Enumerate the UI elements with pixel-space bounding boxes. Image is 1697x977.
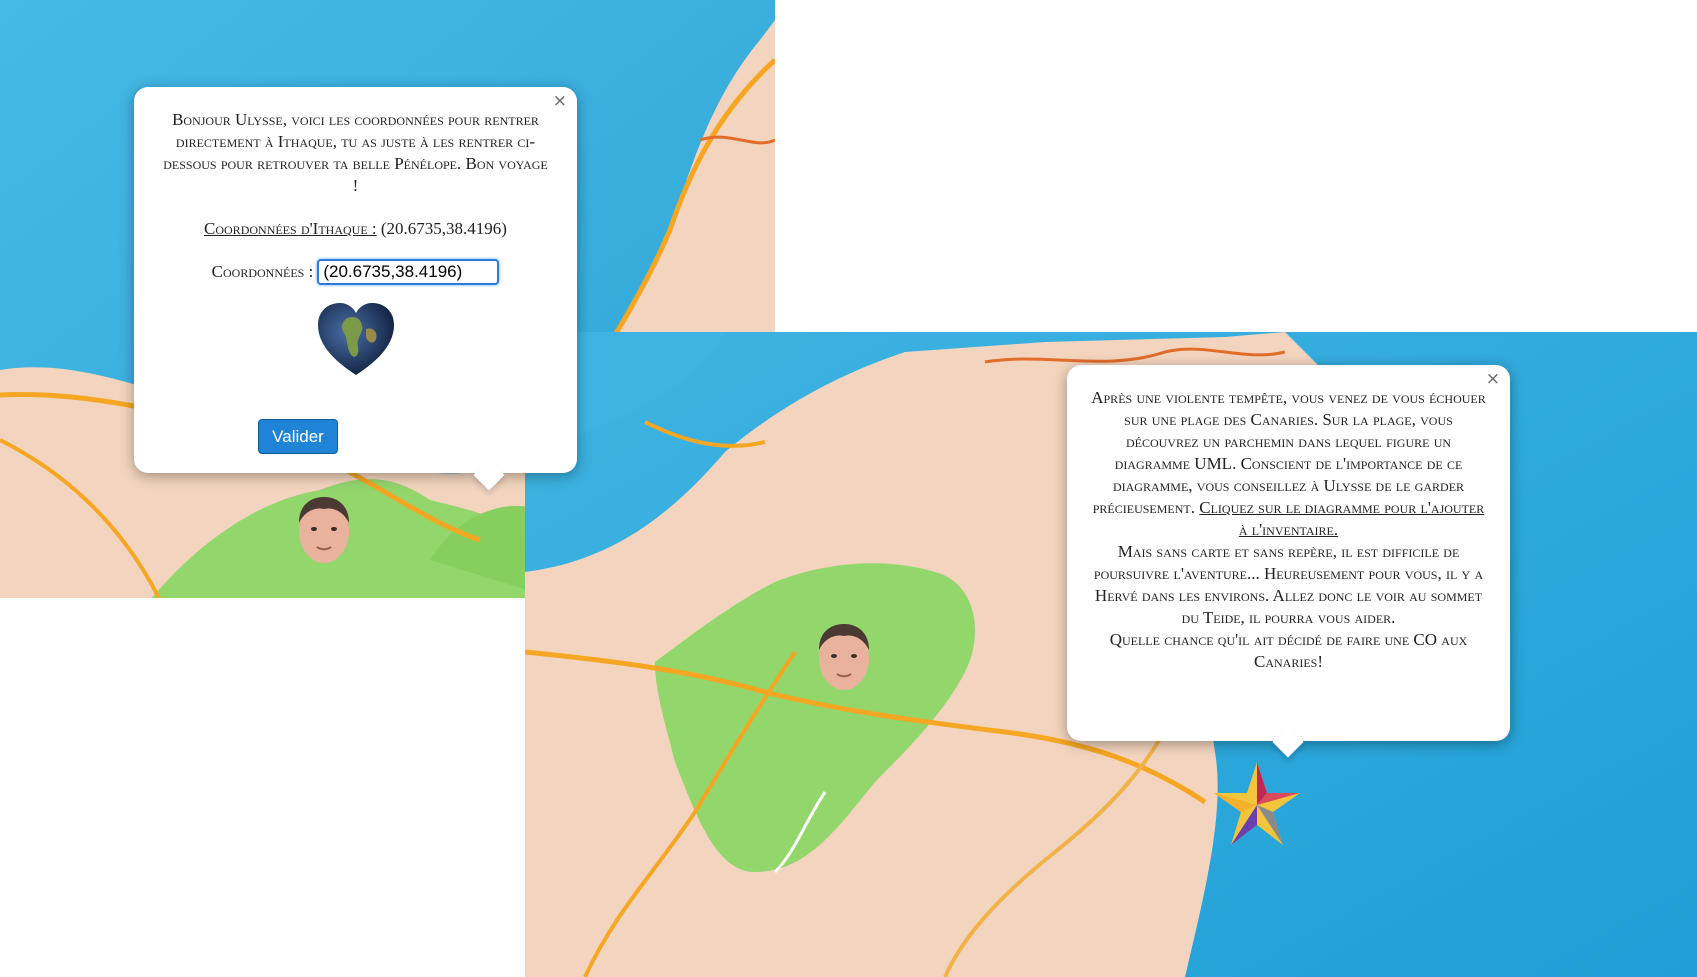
canaries-message-part3: Quelle chance qu'il ait décidé de faire … (1109, 630, 1468, 671)
close-icon[interactable]: × (553, 91, 567, 111)
coords-value: (20.6735,38.4196) (380, 219, 507, 238)
coordinates-field-label: Coordonnées : (211, 262, 314, 281)
coordinates-field-row: Coordonnées : (134, 259, 577, 285)
canaries-message: Après une violente tempête, vous venez d… (1091, 387, 1486, 673)
ithaque-coordinates: Coordonnées d'Ithaque : (20.6735,38.4196… (134, 219, 577, 239)
add-diagram-link[interactable]: Cliquez sur le diagramme pour l'ajouter … (1199, 498, 1484, 539)
heart-globe-icon (316, 301, 396, 377)
validate-button[interactable]: Valider (258, 419, 338, 454)
ithaque-message: Bonjour Ulysse, voici les coordonnées po… (163, 110, 548, 195)
star-marker-icon[interactable] (1212, 760, 1302, 850)
ulysse-face-marker[interactable] (293, 493, 355, 565)
coords-label: Coordonnées d'Ithaque : (204, 219, 377, 238)
coordinates-input[interactable] (317, 259, 500, 285)
herve-face-marker[interactable] (813, 620, 875, 692)
close-icon[interactable]: × (1486, 369, 1500, 389)
canaries-message-part2: Mais sans carte et sans repère, il est d… (1093, 542, 1484, 627)
canaries-popup: × Après une violente tempête, vous venez… (1067, 365, 1510, 758)
ithaque-popup: × Bonjour Ulysse, voici les coordonnées … (134, 87, 577, 491)
